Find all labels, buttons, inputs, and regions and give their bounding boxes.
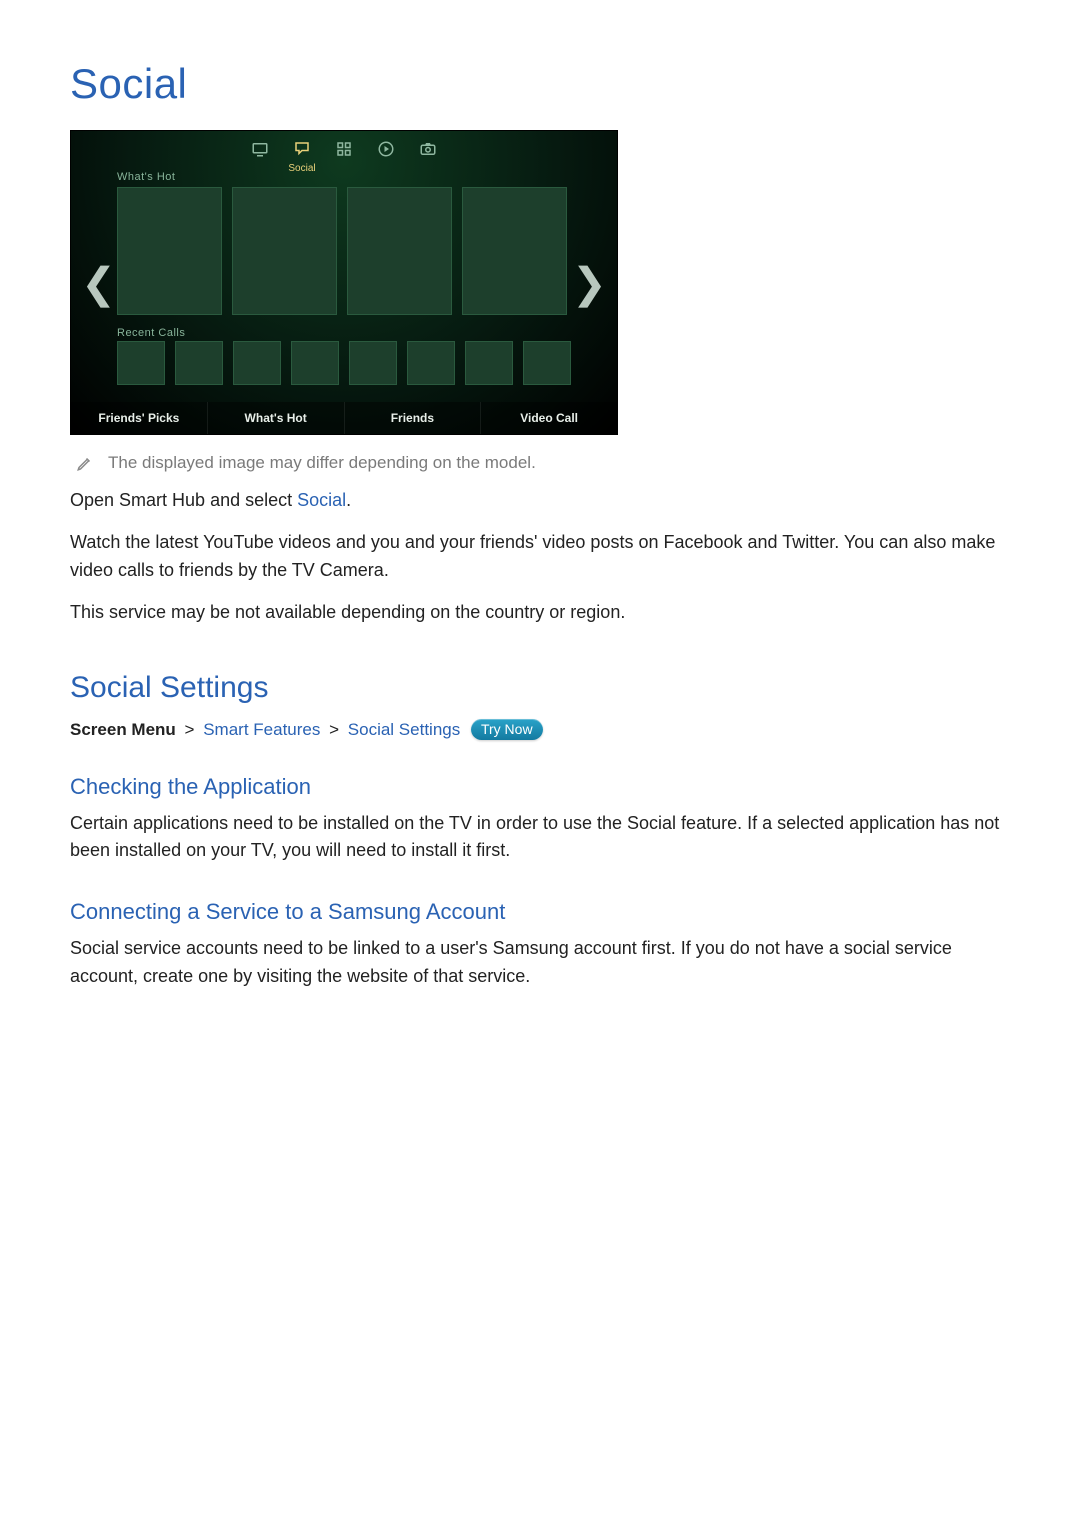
intro-paragraph-2: Watch the latest YouTube videos and you …	[70, 529, 1010, 585]
tab-friends-picks[interactable]: Friends' Picks	[71, 402, 208, 434]
content-tile[interactable]	[175, 341, 223, 385]
tab-video-call[interactable]: Video Call	[481, 402, 617, 434]
content-tile[interactable]	[233, 341, 281, 385]
tv-screenshot: Social ❮ ❯ What's Hot Recent Calls	[70, 130, 618, 435]
tab-friends[interactable]: Friends	[345, 402, 482, 434]
menu-path-smart-features: Smart Features	[203, 720, 320, 739]
recent-calls-row	[117, 341, 571, 385]
pencil-icon	[76, 454, 94, 472]
social-icon[interactable]: Social	[292, 139, 312, 159]
tab-whats-hot[interactable]: What's Hot	[208, 402, 345, 434]
intro-paragraph-1: Open Smart Hub and select Social.	[70, 487, 1010, 515]
content-tile[interactable]	[347, 187, 452, 315]
camera-icon[interactable]	[418, 139, 438, 159]
text: .	[346, 490, 351, 510]
connecting-service-body: Social service accounts need to be linke…	[70, 935, 1010, 991]
keyword-social: Social	[297, 490, 346, 510]
play-icon[interactable]	[376, 139, 396, 159]
section-label-recent-calls: Recent Calls	[117, 327, 185, 339]
checking-application-body: Certain applications need to be installe…	[70, 810, 1010, 866]
breadcrumb-sep: >	[329, 720, 339, 739]
menu-path-root: Screen Menu	[70, 720, 176, 739]
menu-path-social-settings: Social Settings	[348, 720, 460, 739]
text: Open Smart Hub and select	[70, 490, 297, 510]
content-tile[interactable]	[117, 187, 222, 315]
try-now-badge[interactable]: Try Now	[471, 719, 543, 740]
heading-checking-application: Checking the Application	[70, 774, 1010, 800]
whats-hot-row	[117, 187, 567, 315]
content-tile[interactable]	[117, 341, 165, 385]
content-tile[interactable]	[465, 341, 513, 385]
arrow-right-icon[interactable]: ❯	[572, 258, 607, 307]
menu-path: Screen Menu > Smart Features > Social Se…	[70, 719, 1010, 740]
image-disclaimer-text: The displayed image may differ depending…	[108, 453, 536, 473]
tv-icon[interactable]	[250, 139, 270, 159]
heading-social-settings: Social Settings	[70, 671, 1010, 705]
content-tile[interactable]	[232, 187, 337, 315]
breadcrumb-sep: >	[185, 720, 195, 739]
content-tile[interactable]	[291, 341, 339, 385]
content-tile[interactable]	[349, 341, 397, 385]
bottom-tabs: Friends' Picks What's Hot Friends Video …	[71, 402, 617, 434]
image-disclaimer: The displayed image may differ depending…	[76, 453, 1010, 473]
intro-paragraph-3: This service may be not available depend…	[70, 599, 1010, 627]
content-tile[interactable]	[407, 341, 455, 385]
section-label-whats-hot: What's Hot	[117, 171, 175, 183]
content-tile[interactable]	[523, 341, 571, 385]
social-icon-label: Social	[288, 163, 315, 174]
arrow-left-icon[interactable]: ❮	[81, 258, 116, 307]
heading-connecting-service: Connecting a Service to a Samsung Accoun…	[70, 899, 1010, 925]
page: Social Social ❮ ❯ What's Hot	[0, 0, 1080, 1065]
top-nav: Social	[250, 139, 438, 159]
content-tile[interactable]	[462, 187, 567, 315]
page-title: Social	[70, 60, 1010, 108]
apps-icon[interactable]	[334, 139, 354, 159]
